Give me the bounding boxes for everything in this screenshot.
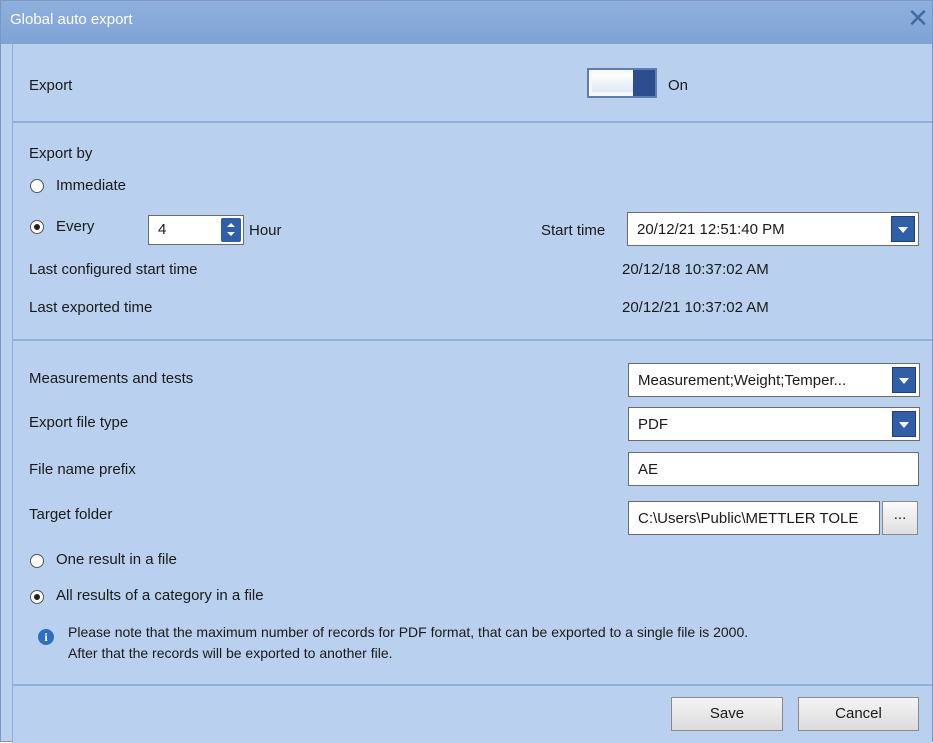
export-by-section: Export by Immediate Every 4 Hour Start t… (12, 123, 932, 341)
dialog-title: Global auto export (10, 11, 133, 28)
measurements-dropdown[interactable]: Measurement;Weight;Temper... (628, 363, 920, 397)
info-icon: i (38, 629, 54, 645)
one-result-label: One result in a file (56, 551, 177, 568)
last-configured-label: Last configured start time (29, 261, 198, 278)
prefix-label: File name prefix (29, 461, 136, 478)
toggle-track (592, 74, 634, 92)
last-configured-value: 20/12/18 10:37:02 AM (622, 261, 769, 278)
cancel-button[interactable]: Cancel (798, 697, 919, 731)
info-text-line2: After that the records will be exported … (68, 645, 393, 661)
export-section: Export On (12, 44, 932, 123)
file-type-value: PDF (638, 416, 668, 433)
start-time-picker[interactable]: 20/12/21 12:51:40 PM (627, 212, 919, 246)
start-time-label: Start time (541, 222, 606, 239)
global-auto-export-dialog: Global auto export ✕ Export On Export by… (0, 0, 933, 743)
interval-stepper[interactable]: 4 (148, 215, 244, 245)
last-exported-label: Last exported time (29, 299, 153, 316)
every-radio[interactable] (30, 220, 44, 234)
export-toggle[interactable] (587, 68, 657, 98)
all-results-label: All results of a category in a file (56, 587, 264, 604)
stepper-arrows-icon[interactable] (221, 218, 241, 242)
all-results-radio[interactable] (30, 590, 44, 604)
export-toggle-state: On (668, 77, 689, 94)
export-by-heading: Export by (29, 145, 93, 162)
immediate-label: Immediate (56, 177, 127, 194)
file-type-dropdown[interactable]: PDF (628, 407, 920, 441)
chevron-down-icon[interactable] (892, 411, 916, 437)
last-exported-value: 20/12/21 10:37:02 AM (622, 299, 769, 316)
info-text-line1: Please note that the maximum number of r… (68, 624, 749, 640)
chevron-down-icon[interactable] (891, 216, 915, 242)
file-type-label: Export file type (29, 414, 129, 431)
title-bar: Global auto export ✕ (1, 1, 932, 44)
immediate-radio[interactable] (30, 179, 44, 193)
toggle-thumb (633, 70, 655, 96)
target-folder-input[interactable] (628, 501, 880, 535)
close-icon[interactable]: ✕ (906, 5, 930, 31)
export-settings-section: Measurements and tests Measurement;Weigh… (12, 341, 932, 686)
every-label: Every (56, 218, 95, 235)
measurements-value: Measurement;Weight;Temper... (638, 372, 847, 389)
start-time-value: 20/12/21 12:51:40 PM (637, 221, 785, 238)
interval-value: 4 (158, 221, 167, 238)
browse-button[interactable]: ... (882, 501, 918, 535)
one-result-radio[interactable] (30, 554, 44, 568)
file-name-prefix-input[interactable] (628, 452, 919, 486)
target-folder-label: Target folder (29, 506, 113, 523)
export-label: Export (29, 77, 73, 94)
dialog-footer: Save Cancel (12, 686, 932, 743)
measurements-label: Measurements and tests (29, 370, 194, 387)
save-button[interactable]: Save (671, 697, 783, 731)
chevron-down-icon[interactable] (892, 367, 916, 393)
interval-unit: Hour (249, 222, 282, 239)
